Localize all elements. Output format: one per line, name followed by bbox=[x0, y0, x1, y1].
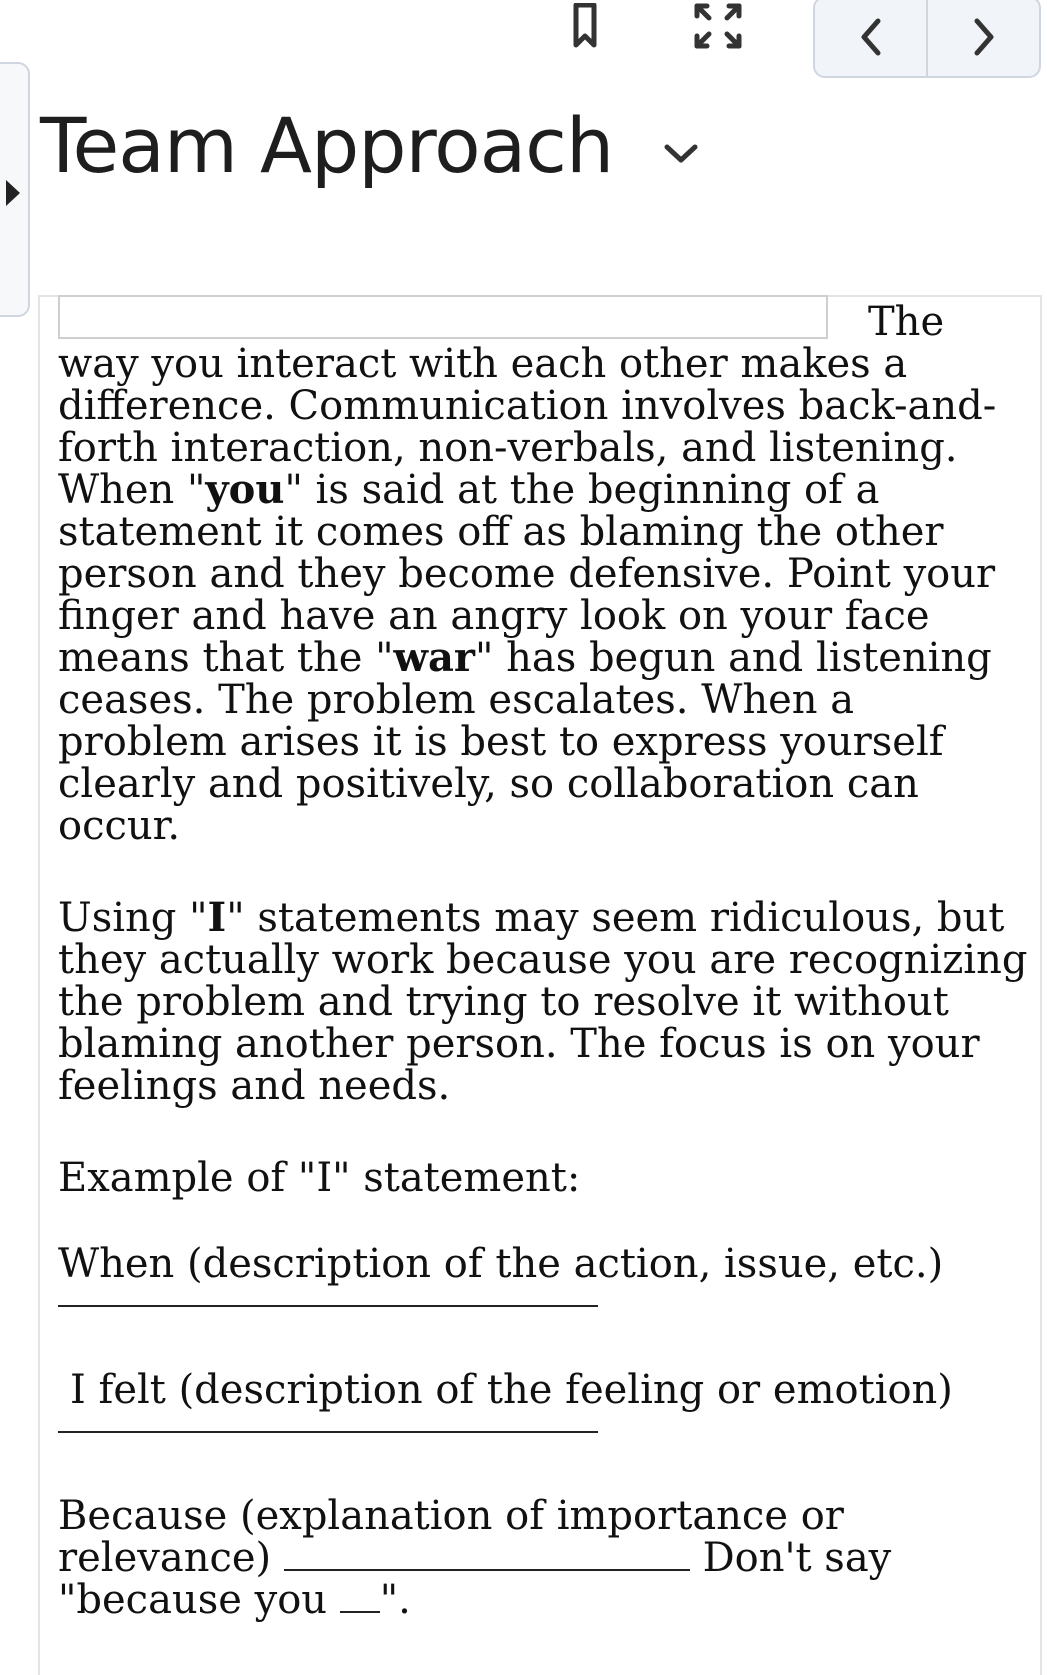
fill-in-blank bbox=[58, 1429, 598, 1433]
fullscreen-button[interactable] bbox=[688, 0, 748, 52]
content-frame: The way you interact with each other mak… bbox=[38, 295, 1042, 1675]
top-toolbar bbox=[0, 0, 1047, 80]
title-row: Team Approach bbox=[40, 108, 703, 184]
bookmark-icon bbox=[573, 3, 597, 48]
expand-icon bbox=[694, 3, 742, 49]
because-text-end: ". bbox=[379, 1577, 411, 1623]
emphasis-i: I bbox=[207, 894, 227, 941]
i-statement-paragraph: Using "I" statements may seem ridiculous… bbox=[58, 894, 1028, 1108]
fill-in-blank bbox=[339, 1609, 380, 1613]
chevron-down-icon bbox=[664, 144, 698, 163]
fill-in-blank bbox=[283, 1567, 690, 1571]
title-menu-button[interactable] bbox=[659, 139, 703, 169]
i-text-lead: Using " bbox=[58, 895, 208, 941]
felt-blank bbox=[58, 1411, 1028, 1461]
because-paragraph: Because (explanation of importance or re… bbox=[58, 1495, 1028, 1621]
example-heading: Example of "I" statement: bbox=[58, 1155, 581, 1201]
next-page-button[interactable] bbox=[926, 0, 1039, 76]
page-navigation bbox=[813, 0, 1041, 78]
previous-page-button[interactable] bbox=[815, 0, 926, 76]
emphasis-you: you bbox=[205, 466, 285, 513]
side-panel-toggle[interactable] bbox=[0, 62, 30, 317]
bookmark-button[interactable] bbox=[563, 0, 607, 52]
emphasis-war: war bbox=[393, 634, 475, 681]
when-line: When (description of the action, issue, … bbox=[58, 1241, 944, 1287]
content-body: The way you interact with each other mak… bbox=[58, 295, 1028, 1621]
chevron-right-icon bbox=[974, 18, 993, 56]
intro-paragraph: The way you interact with each other mak… bbox=[58, 295, 1028, 847]
fill-in-blank bbox=[58, 1303, 598, 1307]
empty-image-placeholder bbox=[58, 295, 828, 339]
chevron-left-icon bbox=[861, 18, 880, 56]
when-blank bbox=[58, 1285, 1028, 1335]
caret-right-icon bbox=[6, 180, 20, 206]
felt-line: I felt (description of the feeling or em… bbox=[70, 1367, 953, 1413]
page-title: Team Approach bbox=[40, 101, 614, 190]
